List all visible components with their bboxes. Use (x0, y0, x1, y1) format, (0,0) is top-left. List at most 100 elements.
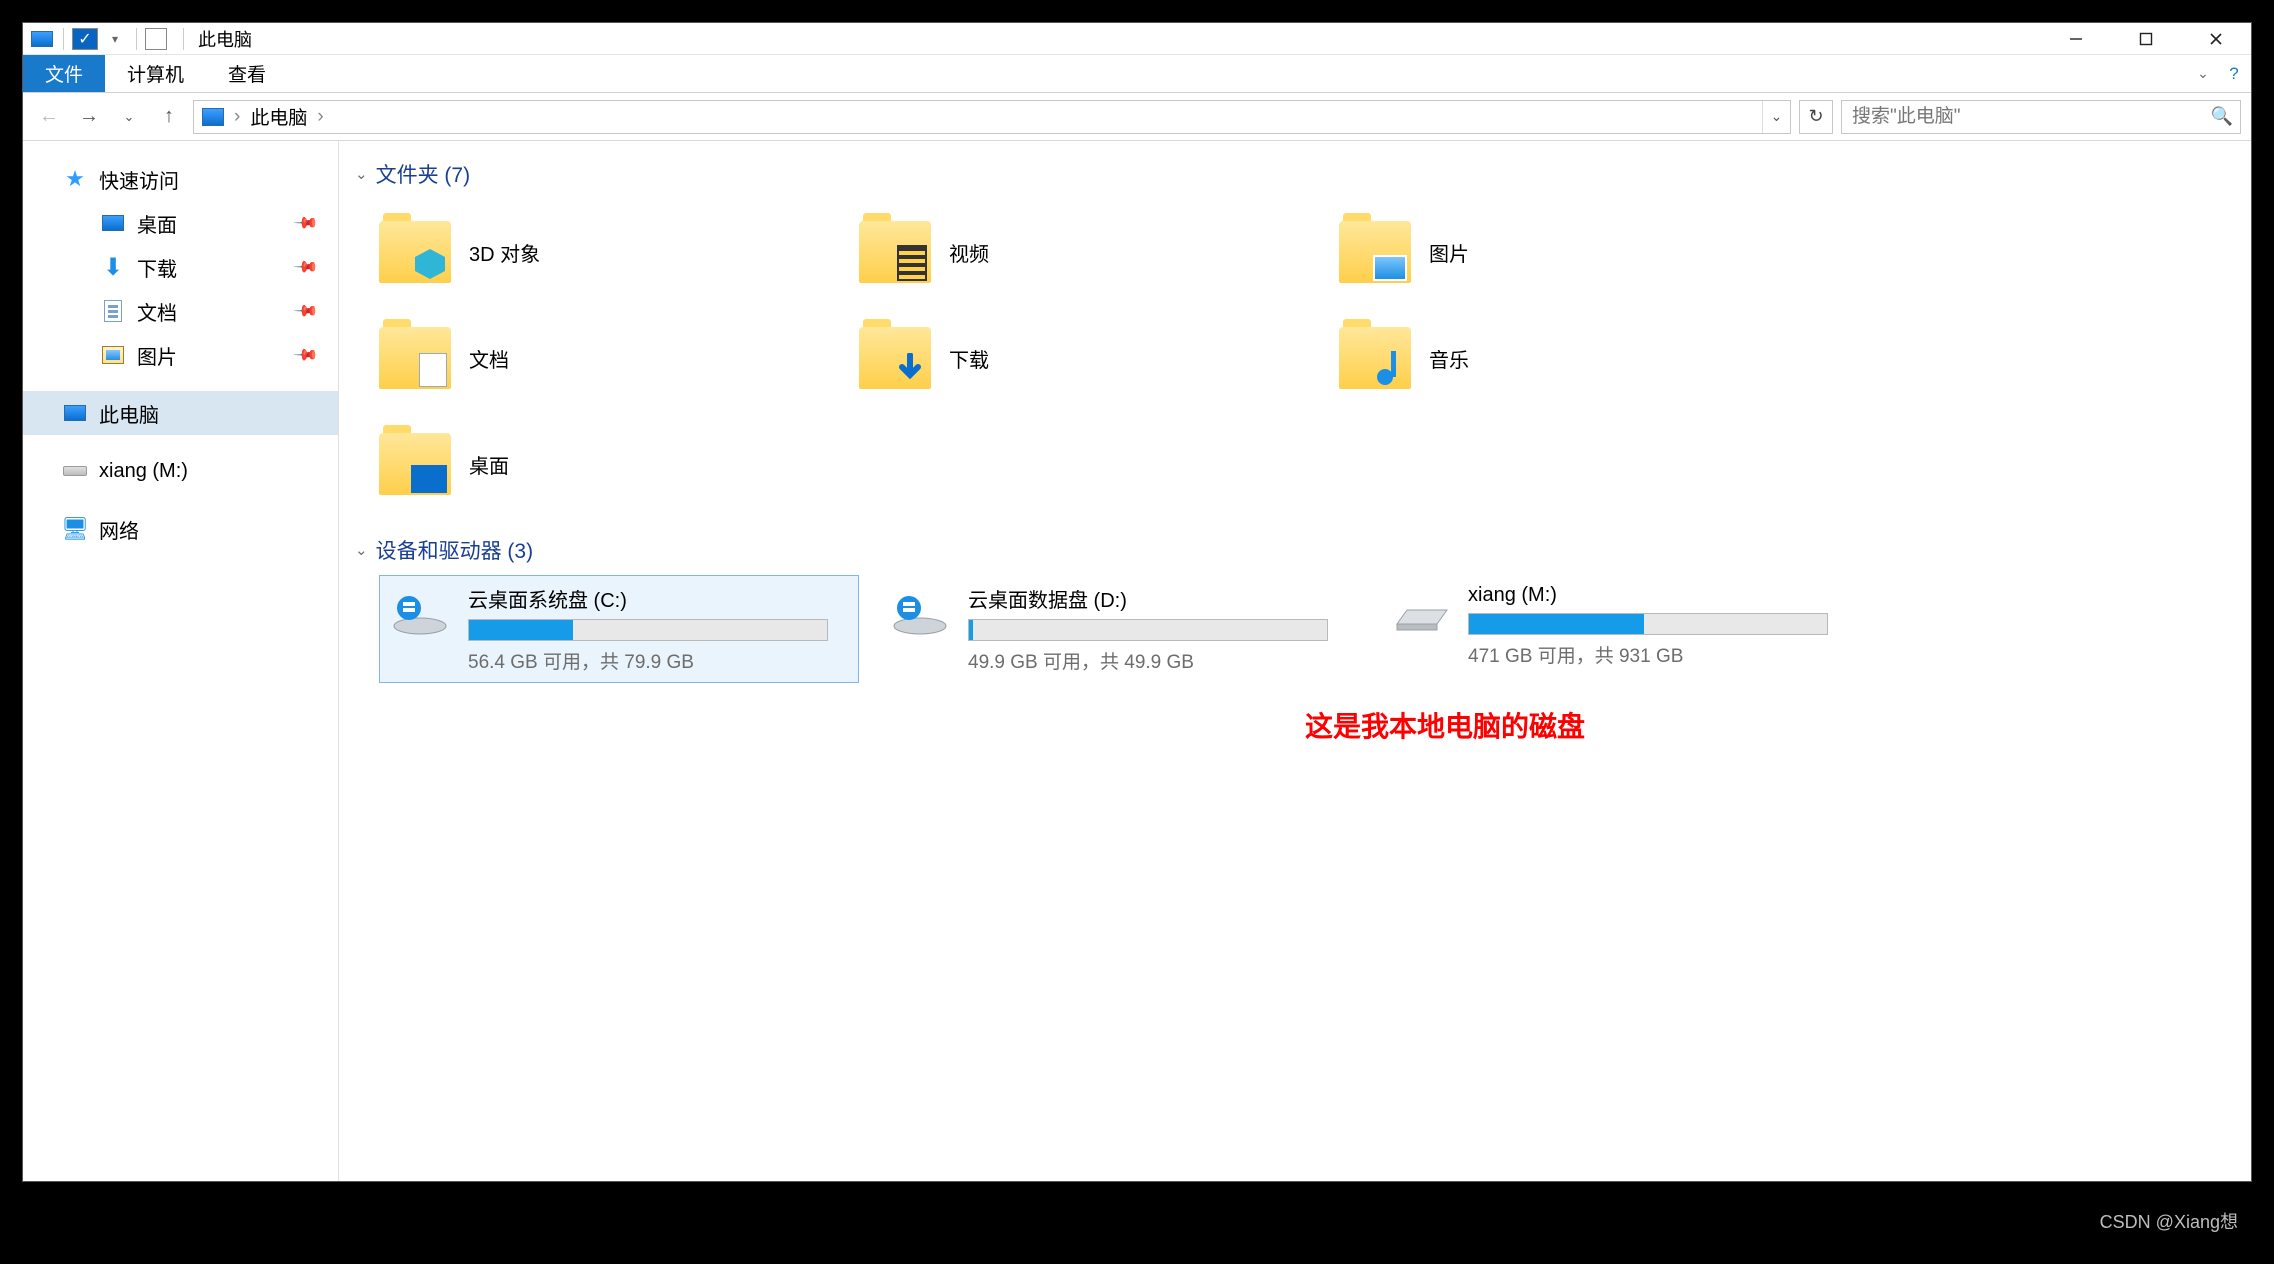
help-button[interactable]: ? (2217, 55, 2251, 92)
navigation-row: ← → ⌄ ↑ › 此电脑 › ⌄ ↻ 🔍 (23, 93, 2251, 141)
folder-icon (1339, 221, 1411, 283)
section-title: 文件夹 (7) (376, 159, 471, 189)
folder-3d-objects[interactable]: 3D 对象 (379, 199, 859, 305)
drive-d[interactable]: 云桌面数据盘 (D:) 49.9 GB 可用，共 49.9 GB (879, 575, 1359, 683)
breadcrumb-sep-icon: › (232, 106, 242, 128)
drive-m[interactable]: xiang (M:) 471 GB 可用，共 931 GB (1379, 575, 1859, 683)
drives-grid: 云桌面系统盘 (C:) 56.4 GB 可用，共 79.9 GB 云桌面数据盘 … (379, 575, 2235, 683)
sidebar-label: 下载 (137, 253, 177, 282)
capacity-bar (968, 619, 1328, 641)
watermark: CSDN @Xiang想 (2100, 1208, 2238, 1234)
sidebar-label: 网络 (99, 515, 139, 544)
sidebar-item-documents[interactable]: 文档 📌 (23, 289, 338, 333)
this-pc-icon (63, 402, 87, 424)
drive-icon (888, 584, 952, 636)
sidebar-mapped-drive[interactable]: xiang (M:) (23, 449, 338, 493)
star-icon: ★ (63, 168, 87, 190)
drive-name: 云桌面系统盘 (C:) (468, 584, 850, 613)
network-icon: 🖥 (63, 518, 87, 540)
drive-name: xiang (M:) (1468, 584, 1850, 607)
folder-label: 图片 (1429, 238, 1469, 267)
folder-icon (1339, 327, 1411, 389)
chevron-down-icon: ⌄ (355, 541, 368, 559)
folder-label: 下载 (949, 344, 989, 373)
explorer-window: ✓ ▾ 此电脑 文件 计算机 查看 ⌄ ? ← → ⌄ ↑ (22, 22, 2252, 1182)
sidebar-item-pictures[interactable]: 图片 📌 (23, 333, 338, 377)
search-box[interactable]: 🔍 (1841, 100, 2241, 134)
sidebar-network[interactable]: 🖥 网络 (23, 507, 338, 551)
drive-stats: 49.9 GB 可用，共 49.9 GB (968, 647, 1350, 674)
folder-icon (859, 221, 931, 283)
qat-checkbox[interactable]: ✓ (72, 28, 98, 50)
title-bar: ✓ ▾ 此电脑 (23, 23, 2251, 55)
search-input[interactable] (1842, 106, 2204, 128)
folder-icon (379, 433, 451, 495)
maximize-button[interactable] (2111, 23, 2181, 55)
drive-icon (1388, 584, 1452, 636)
app-icon (145, 28, 167, 50)
folder-music[interactable]: 音乐 (1339, 305, 1819, 411)
folder-label: 音乐 (1429, 344, 1469, 373)
pin-icon: 📌 (292, 341, 320, 369)
minimize-button[interactable] (2041, 23, 2111, 55)
drive-name: 云桌面数据盘 (D:) (968, 584, 1350, 613)
tab-file[interactable]: 文件 (23, 55, 105, 92)
sidebar-quick-access[interactable]: ★ 快速访问 (23, 157, 338, 201)
section-title: 设备和驱动器 (3) (376, 535, 534, 565)
ssd-icon (63, 460, 87, 482)
sidebar-label: 此电脑 (99, 399, 159, 428)
quick-access-toolbar: ✓ ▾ (23, 28, 194, 50)
close-button[interactable] (2181, 23, 2251, 55)
sidebar-label: xiang (M:) (99, 460, 188, 483)
qat-item[interactable] (29, 28, 55, 50)
tab-computer[interactable]: 计算机 (105, 55, 206, 92)
window-title: 此电脑 (194, 26, 252, 52)
folders-grid: 3D 对象 视频 图片 文档 (379, 199, 2235, 517)
nav-up-button[interactable]: ↑ (153, 101, 185, 133)
folder-pictures[interactable]: 图片 (1339, 199, 1819, 305)
address-dropdown-icon[interactable]: ⌄ (1762, 101, 1790, 133)
folder-icon (379, 327, 451, 389)
nav-forward-button[interactable]: → (73, 101, 105, 133)
sidebar-label: 文档 (137, 297, 177, 326)
folder-icon (859, 327, 931, 389)
folder-videos[interactable]: 视频 (859, 199, 1339, 305)
this-pc-icon (202, 108, 224, 126)
nav-recent-dropdown[interactable]: ⌄ (113, 101, 145, 133)
annotation-text: 这是我本地电脑的磁盘 (1305, 705, 2235, 745)
drive-stats: 56.4 GB 可用，共 79.9 GB (468, 647, 850, 674)
sidebar-this-pc[interactable]: 此电脑 (23, 391, 338, 435)
ribbon-tabs: 文件 计算机 查看 ⌄ ? (23, 55, 2251, 93)
desktop-icon (101, 212, 125, 234)
drives-section-header[interactable]: ⌄ 设备和驱动器 (3) (355, 535, 2235, 565)
folder-icon (379, 221, 451, 283)
sidebar-label: 快速访问 (99, 165, 179, 194)
tab-view[interactable]: 查看 (206, 55, 288, 92)
folder-label: 文档 (469, 344, 509, 373)
capacity-bar (1468, 613, 1828, 635)
drive-c[interactable]: 云桌面系统盘 (C:) 56.4 GB 可用，共 79.9 GB (379, 575, 859, 683)
pin-icon: 📌 (292, 209, 320, 237)
folders-section-header[interactable]: ⌄ 文件夹 (7) (355, 159, 2235, 189)
address-bar[interactable]: › 此电脑 › ⌄ (193, 100, 1791, 134)
sidebar-item-downloads[interactable]: ⬇ 下载 📌 (23, 245, 338, 289)
qat-dropdown[interactable]: ▾ (102, 28, 128, 50)
nav-back-button[interactable]: ← (33, 101, 65, 133)
folder-downloads[interactable]: 下载 (859, 305, 1339, 411)
folder-label: 3D 对象 (469, 238, 540, 267)
folder-label: 桌面 (469, 450, 509, 479)
capacity-bar (468, 619, 828, 641)
navigation-pane: ★ 快速访问 桌面 📌 ⬇ 下载 📌 文档 📌 图片 📌 (23, 141, 339, 1181)
breadcrumb-root[interactable]: 此电脑 (242, 103, 315, 130)
folder-desktop[interactable]: 桌面 (379, 411, 859, 517)
pin-icon: 📌 (292, 253, 320, 281)
sidebar-label: 图片 (137, 341, 177, 370)
ribbon-expand-icon[interactable]: ⌄ (2189, 55, 2217, 92)
folder-documents[interactable]: 文档 (379, 305, 859, 411)
picture-icon (101, 344, 125, 366)
drive-stats: 471 GB 可用，共 931 GB (1468, 641, 1850, 668)
refresh-button[interactable]: ↻ (1799, 100, 1833, 134)
search-icon[interactable]: 🔍 (2204, 106, 2240, 127)
drive-icon (388, 584, 452, 636)
sidebar-item-desktop[interactable]: 桌面 📌 (23, 201, 338, 245)
